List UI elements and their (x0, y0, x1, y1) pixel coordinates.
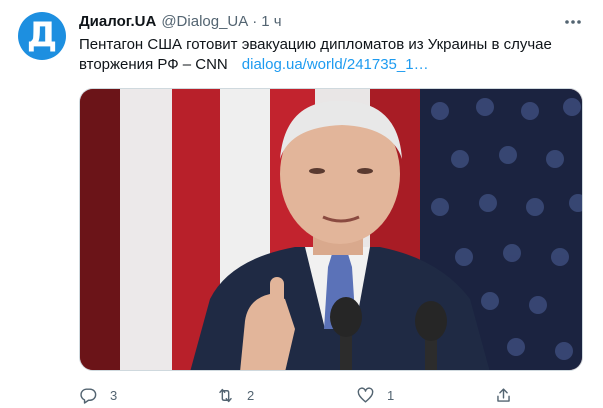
tweet-link[interactable]: dialog.ua/world/241735_1… (242, 56, 429, 73)
share-icon (494, 386, 513, 405)
tweet-header: Диалог.UA @Dialog_UA · 1 ч (79, 13, 282, 33)
tweet-timestamp[interactable]: 1 ч (261, 13, 281, 30)
like-button[interactable]: 1 (356, 384, 394, 406)
like-count: 1 (387, 387, 395, 403)
tweet-text: Пентагон США готовит эвакуацию дипломато… (79, 35, 584, 75)
author-name[interactable]: Диалог.UA (79, 13, 156, 30)
avatar[interactable]: Д (18, 12, 66, 60)
retweet-count: 2 (247, 387, 255, 403)
reply-button[interactable]: 3 (79, 384, 117, 406)
tweet-media-image[interactable] (79, 88, 583, 371)
avatar-letter: Д (26, 15, 58, 55)
tweet-actions: 3 2 1 (79, 384, 539, 406)
more-options-icon[interactable] (563, 13, 583, 31)
speaker-photo-icon (80, 89, 582, 370)
reply-icon (79, 386, 98, 405)
separator-dot: · (252, 13, 258, 30)
author-handle[interactable]: @Dialog_UA (161, 13, 248, 30)
tweet-card[interactable]: Д Диалог.UA @Dialog_UA · 1 ч Пентагон СШ… (0, 0, 603, 408)
retweet-icon (216, 386, 235, 405)
retweet-button[interactable]: 2 (216, 384, 254, 406)
reply-count: 3 (110, 387, 118, 403)
like-icon (356, 386, 375, 405)
share-button[interactable] (494, 384, 513, 406)
